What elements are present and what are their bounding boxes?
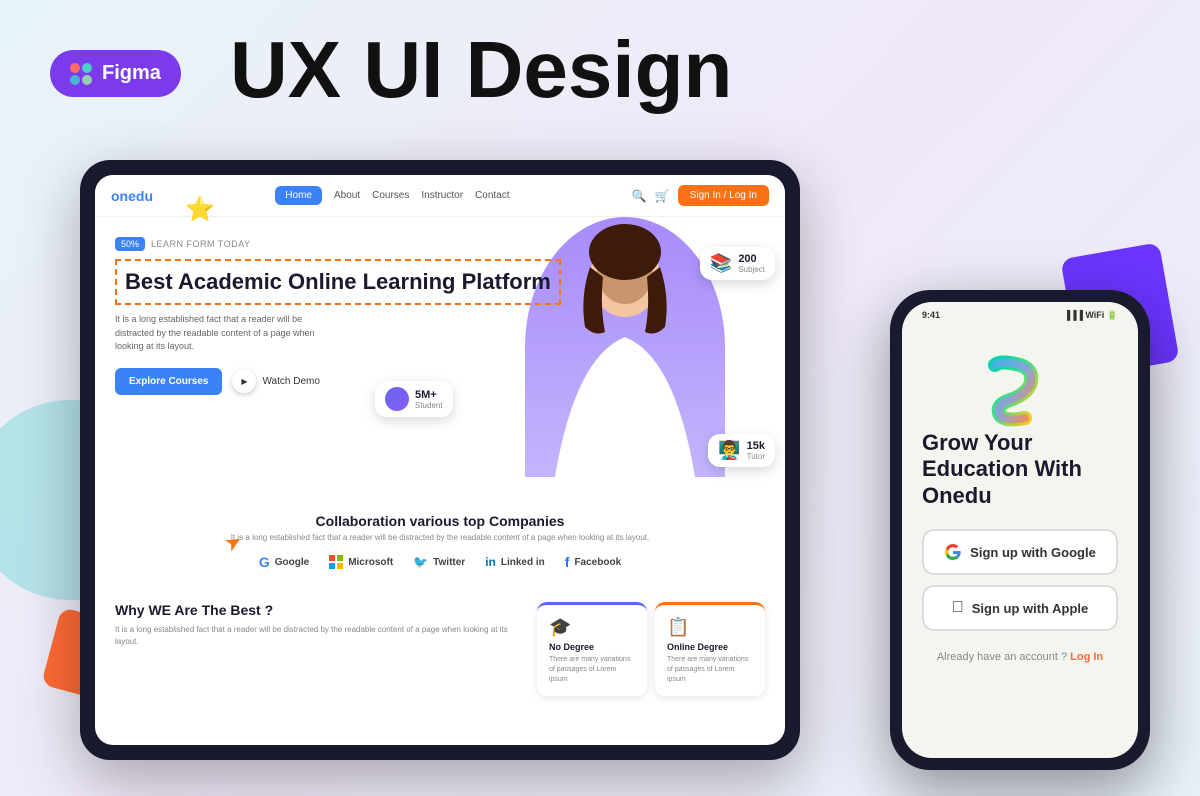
no-degree-title: No Degree [549,642,635,652]
tutor-label: Tutor [747,452,765,461]
google-signup-label: Sign up with Google [970,545,1096,560]
watch-demo-label: Watch Demo [262,376,319,387]
online-degree-icon: 📋 [667,617,753,638]
z-logo [980,350,1060,430]
apple-signup-button[interactable]:  Sign up with Apple [922,585,1118,631]
students-stat-bubble: 5M+ Student [375,381,453,417]
phone-time: 9:41 [922,310,940,321]
google-btn-icon [944,543,962,561]
tablet-hero-section: 50% LEARN FORM TODAY Best Academic Onlin… [95,217,785,497]
company-google: G Google [259,554,309,570]
why-subtext: It is a long established fact that a rea… [115,624,521,648]
tutor-icon: 👨‍🏫 [718,440,740,461]
tablet-nav-links: Home About Courses Instructor Contact [169,186,616,205]
facebook-icon: f [565,554,570,570]
company-linkedin: in Linked in [485,555,545,569]
student-avatar [385,387,409,411]
companies-subtext: It is a long established fact that a rea… [115,533,765,542]
why-best-section: Why WE Are The Best ? It is a long estab… [95,586,785,696]
tablet-mockup: onedu Home About Courses Instructor Cont… [80,160,800,760]
tablet-screen: onedu Home About Courses Instructor Cont… [95,175,785,745]
phone-footer-text: Already have an account ? [937,651,1067,663]
degree-cards: 🎓 No Degree There are many variations of… [537,602,765,696]
phone-tagline: Grow Your Education With Onedu [922,430,1118,509]
phone-status-bar: 9:41 ▐▐▐ WiFi 🔋 [902,310,1138,321]
badge-discount: 50% [115,237,145,251]
linkedin-label: Linked in [501,557,545,568]
signin-button[interactable]: Sign In / Log In [678,185,769,206]
apple-icon:  [952,599,964,617]
hero-badge: 50% LEARN FORM TODAY [115,237,765,251]
hero-left-content: 50% LEARN FORM TODAY Best Academic Onlin… [115,237,765,487]
no-degree-card: 🎓 No Degree There are many variations of… [537,602,647,696]
company-facebook: f Facebook [565,554,621,570]
tablet-nav-right: 🔍 🛒 Sign In / Log In [632,185,769,206]
star-decoration: ⭐ [185,195,215,224]
why-left: Why WE Are The Best ? It is a long estab… [115,602,521,696]
online-degree-text: There are many variations of passages of… [667,655,753,684]
google-signup-button[interactable]: Sign up with Google [922,529,1118,575]
tutor-stat-bubble: 👨‍🏫 15k Tutor [708,434,775,467]
hero-subtext: It is a long established fact that a rea… [115,313,335,354]
figma-icon [70,63,92,85]
tablet-logo: onedu [111,188,153,204]
nav-instructor-link[interactable]: Instructor [421,190,463,201]
facebook-label: Facebook [574,557,621,568]
hero-headline: Best Academic Online Learning Platform [115,259,561,305]
play-icon: ▶ [232,369,256,393]
watch-demo-button[interactable]: ▶ Watch Demo [232,369,319,393]
twitter-icon: 🐦 [413,555,428,569]
subjects-label: Subject [738,265,765,274]
search-icon[interactable]: 🔍 [632,189,647,203]
companies-row: G Google Microsoft 🐦 Twitter in Linke [115,554,765,570]
microsoft-label: Microsoft [348,557,393,568]
phone-mockup: 9:41 ▐▐▐ WiFi 🔋 Grow Your [890,290,1150,770]
explore-courses-button[interactable]: Explore Courses [115,368,222,395]
apple-signup-label: Sign up with Apple [972,601,1089,616]
students-count: 5M+ [415,389,443,401]
subjects-stat-bubble: 📚 200 Subject [700,247,775,280]
students-label: Student [415,401,443,410]
phone-footer: Already have an account ? Log In [937,651,1103,663]
login-link[interactable]: Log In [1070,651,1103,663]
company-microsoft: Microsoft [329,555,393,569]
subjects-count: 200 [738,253,765,265]
linkedin-icon: in [485,555,496,569]
figma-badge: Figma [50,50,181,97]
companies-section: Collaboration various top Companies It i… [95,497,785,586]
no-degree-icon: 🎓 [549,617,635,638]
figma-label: Figma [102,62,161,85]
badge-learn: LEARN FORM TODAY [151,239,251,249]
microsoft-icon [329,555,343,569]
company-twitter: 🐦 Twitter [413,555,465,569]
twitter-label: Twitter [433,557,465,568]
cart-icon[interactable]: 🛒 [655,189,670,203]
google-icon: G [259,554,270,570]
nav-about-link[interactable]: About [334,190,360,201]
page-title: UX UI Design [230,30,732,110]
online-degree-card: 📋 Online Degree There are many variation… [655,602,765,696]
nav-courses-link[interactable]: Courses [372,190,409,201]
books-icon: 📚 [710,253,732,274]
phone-signal: ▐▐▐ WiFi 🔋 [1064,310,1118,321]
companies-title: Collaboration various top Companies [115,513,765,529]
no-degree-text: There are many variations of passages of… [549,655,635,684]
phone-screen: 9:41 ▐▐▐ WiFi 🔋 Grow Your [902,302,1138,758]
nav-contact-link[interactable]: Contact [475,190,509,201]
google-label: Google [275,557,309,568]
main-title-area: UX UI Design [230,30,732,110]
why-title: Why WE Are The Best ? [115,602,521,618]
tutor-count: 15k [747,440,765,452]
online-degree-title: Online Degree [667,642,753,652]
nav-home-button[interactable]: Home [275,186,322,205]
